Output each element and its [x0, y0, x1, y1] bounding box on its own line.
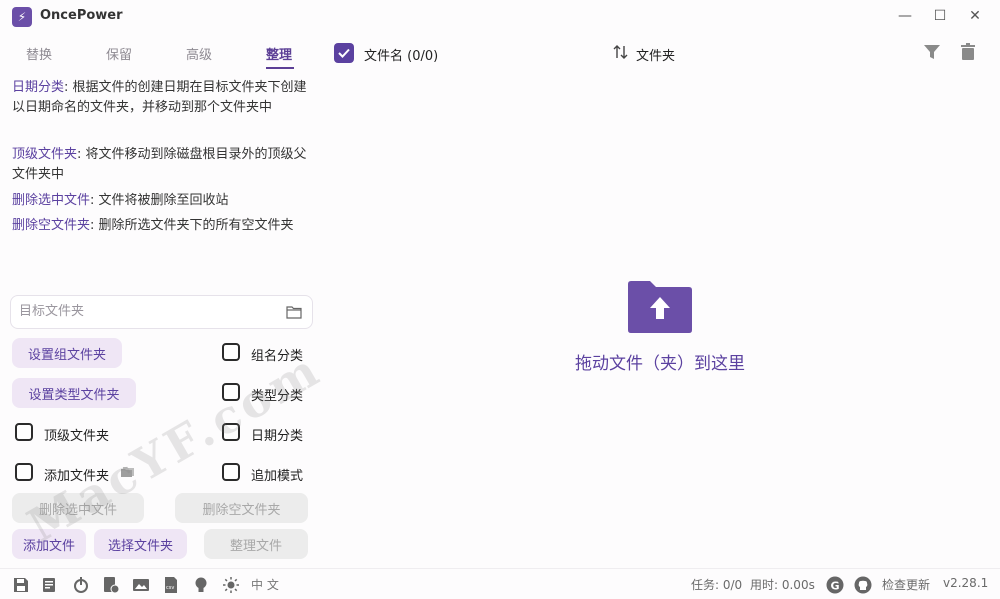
- append-mode-label: 追加模式: [251, 469, 304, 484]
- set-group-folder-button[interactable]: 设置组文件夹: [12, 338, 122, 368]
- csv-icon[interactable]: csv: [162, 576, 180, 594]
- github-icon[interactable]: [854, 576, 872, 594]
- log-icon[interactable]: [41, 576, 59, 594]
- desc-delete-empty: 删除空文件夹: 删除所选文件夹下的所有空文件夹: [12, 216, 308, 236]
- top-folder-label: 顶级文件夹: [44, 429, 110, 444]
- tab-bar: 替换 保留 高级 整理: [0, 36, 320, 72]
- task-count: 任务: 0/0: [691, 578, 743, 592]
- status-bar: [0, 568, 1000, 599]
- date-classify-label: 日期分类: [251, 429, 304, 444]
- desc-date-classify: 日期分类: 根据文件的创建日期在目标文件夹下创建以日期命名的文件夹，并移动到那个…: [12, 78, 308, 118]
- add-folder-checkbox[interactable]: [15, 463, 33, 481]
- group-classify-checkbox[interactable]: [222, 343, 240, 361]
- lightbulb-icon[interactable]: [192, 576, 210, 594]
- folder-icon[interactable]: [286, 305, 302, 319]
- app-title: OncePower: [40, 8, 123, 23]
- add-folder-label: 添加文件夹: [44, 469, 110, 484]
- tab-advanced[interactable]: 高级: [186, 44, 212, 63]
- checkmark-icon: [338, 48, 350, 58]
- desc-top-folder: 顶级文件夹: 将文件移动到除磁盘根目录外的顶级父文件夹中: [12, 145, 308, 185]
- desc-keyword: 删除空文件夹: [12, 218, 91, 233]
- drop-hint: 拖动文件（夹）到这里: [575, 354, 745, 374]
- svg-text:G: G: [831, 580, 840, 593]
- folder-header[interactable]: 文件夹: [636, 45, 675, 64]
- top-folder-checkbox[interactable]: [15, 423, 33, 441]
- active-tab-indicator: [266, 67, 294, 69]
- desc-text: : 文件将被删除至回收站: [90, 193, 229, 208]
- append-mode-checkbox[interactable]: [222, 463, 240, 481]
- delete-empty-folders-button[interactable]: 删除空文件夹: [175, 493, 308, 523]
- tab-replace[interactable]: 替换: [26, 44, 52, 63]
- set-type-folder-button[interactable]: 设置类型文件夹: [12, 378, 136, 408]
- desc-text: : 删除所选文件夹下的所有空文件夹: [90, 218, 294, 233]
- svg-text:csv: csv: [166, 585, 174, 591]
- filter-icon[interactable]: [922, 42, 942, 62]
- desc-delete-selected: 删除选中文件: 文件将被删除至回收站: [12, 191, 308, 211]
- save-icon[interactable]: [12, 576, 30, 594]
- trash-icon[interactable]: [958, 42, 978, 62]
- target-folder-input[interactable]: [19, 304, 279, 319]
- sort-icon[interactable]: [612, 43, 630, 61]
- elapsed-time: 用时: 0.00s: [750, 578, 815, 592]
- check-update-link[interactable]: 检查更新: [882, 576, 930, 593]
- upload-folder-icon[interactable]: [626, 280, 694, 334]
- folders-icon[interactable]: [120, 464, 136, 478]
- sun-icon[interactable]: [222, 576, 240, 594]
- tab-keep[interactable]: 保留: [106, 44, 132, 63]
- select-folder-button[interactable]: 选择文件夹: [94, 529, 187, 559]
- power-icon[interactable]: [72, 576, 90, 594]
- type-classify-checkbox[interactable]: [222, 383, 240, 401]
- desc-keyword: 日期分类: [12, 80, 65, 95]
- desc-keyword: 删除选中文件: [12, 193, 91, 208]
- filename-header[interactable]: 文件名 (0/0): [364, 45, 438, 64]
- app-logo-icon: ⚡: [12, 7, 32, 27]
- select-all-checkbox[interactable]: [334, 43, 354, 63]
- language-toggle[interactable]: 中 文: [251, 576, 279, 593]
- date-classify-checkbox[interactable]: [222, 423, 240, 441]
- group-classify-label: 组名分类: [251, 349, 304, 364]
- minimize-button[interactable]: —: [890, 4, 920, 28]
- target-folder-field: [10, 295, 313, 329]
- delete-selected-button[interactable]: 删除选中文件: [12, 493, 144, 523]
- tab-organize[interactable]: 整理: [266, 44, 292, 63]
- image-icon[interactable]: [132, 576, 150, 594]
- gitee-icon[interactable]: G: [826, 576, 844, 594]
- title-bar: ⚡ OncePower — ☐ ✕: [0, 0, 1000, 32]
- file-settings-icon[interactable]: [102, 576, 120, 594]
- close-button[interactable]: ✕: [960, 4, 990, 28]
- maximize-button[interactable]: ☐: [925, 4, 955, 28]
- organize-files-button[interactable]: 整理文件: [204, 529, 308, 559]
- version-label: v2.28.1: [943, 576, 989, 590]
- desc-keyword: 顶级文件夹: [12, 147, 78, 162]
- add-files-button[interactable]: 添加文件: [12, 529, 86, 559]
- type-classify-label: 类型分类: [251, 389, 304, 404]
